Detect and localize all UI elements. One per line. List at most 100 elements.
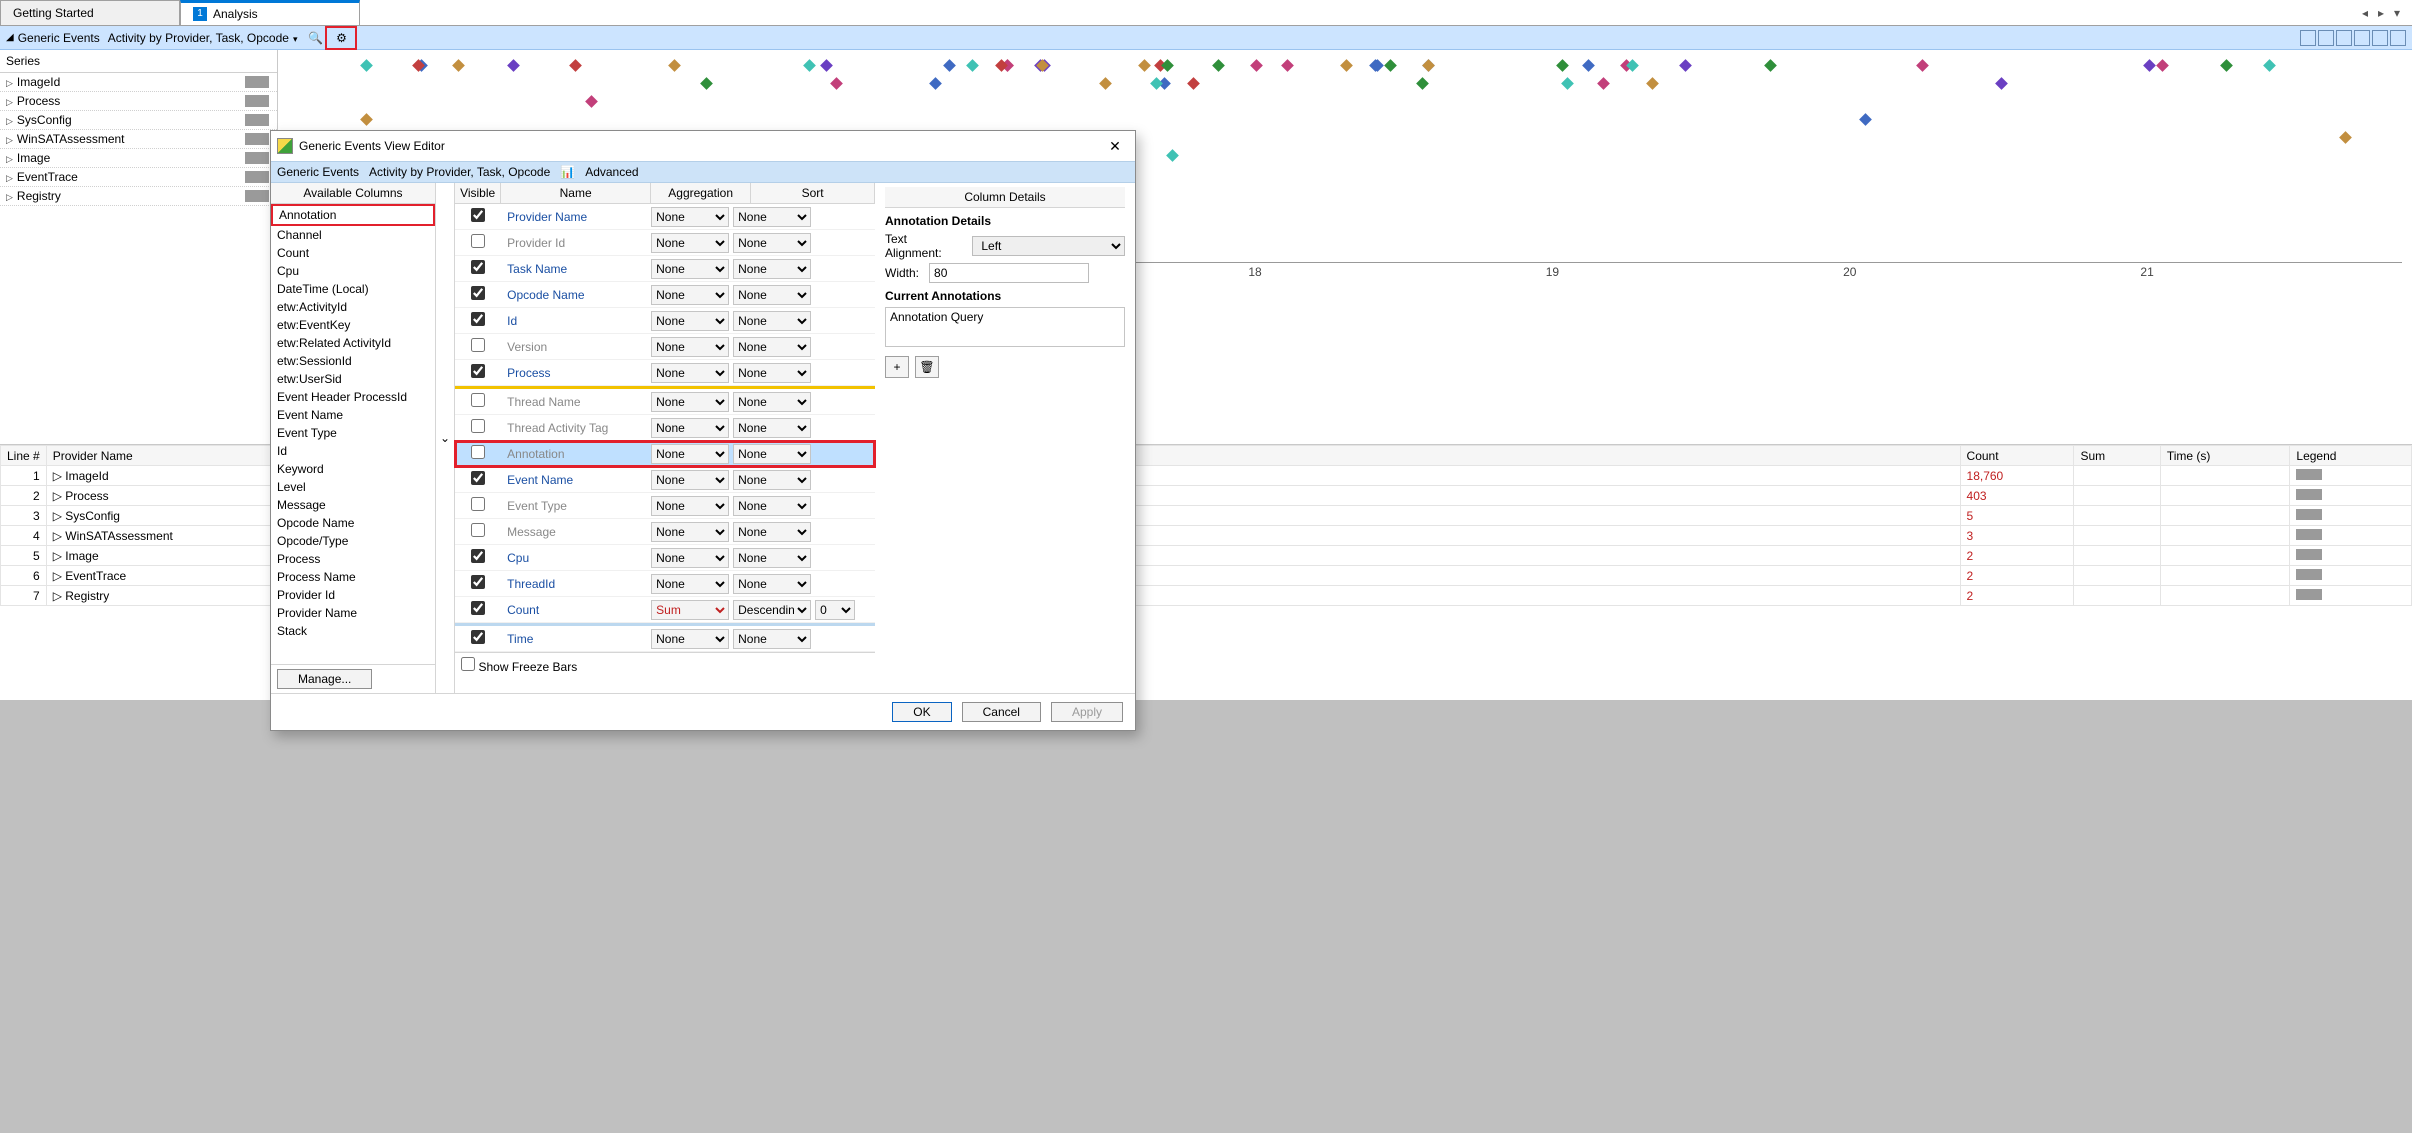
column-row[interactable]: Event TypeNoneNone <box>455 493 875 519</box>
sort-select[interactable]: None <box>733 207 811 227</box>
available-column-item[interactable]: Opcode/Type <box>271 532 435 550</box>
tab-analysis[interactable]: 1 Analysis <box>180 0 360 25</box>
visible-checkbox[interactable] <box>471 393 485 407</box>
available-column-item[interactable]: Event Type <box>271 424 435 442</box>
aggregation-select[interactable]: None <box>651 337 729 357</box>
column-row[interactable]: CpuNoneNone <box>455 545 875 571</box>
column-row[interactable]: ThreadIdNoneNone <box>455 571 875 597</box>
column-row[interactable]: Thread NameNoneNone <box>455 389 875 415</box>
sort-select[interactable]: None <box>733 548 811 568</box>
layout-chart-table-icon[interactable] <box>2300 30 2316 46</box>
aggregation-select[interactable]: None <box>651 233 729 253</box>
sort-extra-select[interactable]: 0 <box>815 600 855 620</box>
visible-checkbox[interactable] <box>471 234 485 248</box>
tab-getting-started[interactable]: Getting Started <box>0 0 180 25</box>
sort-select[interactable]: None <box>733 392 811 412</box>
delete-annotation-button[interactable]: 🗑 <box>915 356 939 378</box>
add-annotation-button[interactable]: + <box>885 356 909 378</box>
available-column-item[interactable]: Event Header ProcessId <box>271 388 435 406</box>
sort-select[interactable]: None <box>733 496 811 516</box>
grid-header[interactable]: Count <box>1960 446 2074 466</box>
available-column-item[interactable]: etw:UserSid <box>271 370 435 388</box>
sort-select[interactable]: None <box>733 259 811 279</box>
column-row[interactable]: Task NameNoneNone <box>455 256 875 282</box>
visible-checkbox[interactable] <box>471 630 485 644</box>
dialog-preset-dropdown[interactable]: Activity by Provider, Task, Opcode <box>369 165 550 179</box>
available-column-item[interactable]: Channel <box>271 226 435 244</box>
aggregation-select[interactable]: None <box>651 522 729 542</box>
layout-chart-icon[interactable] <box>2318 30 2334 46</box>
column-row[interactable]: Thread Activity TagNoneNone <box>455 415 875 441</box>
aggregation-select[interactable]: None <box>651 496 729 516</box>
available-column-item[interactable]: Stack <box>271 622 435 640</box>
visible-checkbox[interactable] <box>471 286 485 300</box>
available-column-item[interactable]: Message <box>271 496 435 514</box>
visible-checkbox[interactable] <box>471 471 485 485</box>
visible-checkbox[interactable] <box>471 575 485 589</box>
visible-checkbox[interactable] <box>471 601 485 615</box>
available-column-item[interactable]: Count <box>271 244 435 262</box>
available-column-item[interactable]: Process Name <box>271 568 435 586</box>
gear-icon[interactable]: ⚙ <box>331 28 351 48</box>
view-preset-dropdown[interactable]: Activity by Provider, Task, Opcode <box>108 31 298 45</box>
close-panel-icon[interactable] <box>2390 30 2406 46</box>
sort-select[interactable]: None <box>733 629 811 649</box>
aggregation-select[interactable]: None <box>651 392 729 412</box>
layout-table-icon[interactable] <box>2336 30 2352 46</box>
available-column-item[interactable]: Process <box>271 550 435 568</box>
sort-select[interactable]: None <box>733 444 811 464</box>
available-column-item[interactable]: Provider Name <box>271 604 435 622</box>
series-row[interactable]: ▷WinSATAssessment <box>0 130 277 149</box>
sort-select[interactable]: None <box>733 418 811 438</box>
column-row[interactable]: MessageNoneNone <box>455 519 875 545</box>
annotation-query-input[interactable]: Annotation Query <box>885 307 1125 347</box>
column-row[interactable]: IdNoneNone <box>455 308 875 334</box>
grid-header[interactable]: Sum <box>2074 446 2160 466</box>
sort-select[interactable]: None <box>733 574 811 594</box>
column-row[interactable]: CountSumDescending0 <box>455 597 875 623</box>
available-column-item[interactable]: etw:Related ActivityId <box>271 334 435 352</box>
aggregation-select[interactable]: None <box>651 418 729 438</box>
series-row[interactable]: ▷Process <box>0 92 277 111</box>
visible-checkbox[interactable] <box>471 260 485 274</box>
visible-checkbox[interactable] <box>471 208 485 222</box>
sort-select[interactable]: None <box>733 470 811 490</box>
apply-button[interactable]: Apply <box>1051 702 1123 722</box>
grid-header[interactable]: Legend <box>2290 446 2412 466</box>
visible-checkbox[interactable] <box>471 445 485 459</box>
visible-checkbox[interactable] <box>471 312 485 326</box>
chevron-left-icon[interactable]: ◂ <box>2358 6 2372 20</box>
visible-checkbox[interactable] <box>471 523 485 537</box>
available-column-item[interactable]: etw:ActivityId <box>271 298 435 316</box>
aggregation-select[interactable]: Sum <box>651 600 729 620</box>
column-row[interactable]: Provider NameNoneNone <box>455 204 875 230</box>
aggregation-select[interactable]: None <box>651 285 729 305</box>
close-icon[interactable]: ✕ <box>1101 138 1129 155</box>
minimize-icon[interactable] <box>2354 30 2370 46</box>
grid-header[interactable]: Time (s) <box>2160 446 2290 466</box>
visible-checkbox[interactable] <box>471 497 485 511</box>
advanced-link[interactable]: Advanced <box>585 165 638 179</box>
aggregation-select[interactable]: None <box>651 259 729 279</box>
aggregation-select[interactable]: None <box>651 574 729 594</box>
column-row[interactable]: TimeNoneNone <box>455 626 875 652</box>
series-row[interactable]: ▷Image <box>0 149 277 168</box>
available-column-item[interactable]: Id <box>271 442 435 460</box>
available-column-item[interactable]: Level <box>271 478 435 496</box>
series-row[interactable]: ▷ImageId <box>0 73 277 92</box>
overflow-icon[interactable]: ▾ <box>2390 6 2404 20</box>
column-row[interactable]: ProcessNoneNone <box>455 360 875 386</box>
grid-header[interactable]: Line # <box>1 446 47 466</box>
visible-checkbox[interactable] <box>471 549 485 563</box>
aggregation-select[interactable]: None <box>651 629 729 649</box>
sort-select[interactable]: None <box>733 522 811 542</box>
series-row[interactable]: ▷Registry <box>0 187 277 206</box>
ok-button[interactable]: OK <box>892 702 951 722</box>
text-alignment-select[interactable]: Left <box>972 236 1125 256</box>
series-row[interactable]: ▷EventTrace <box>0 168 277 187</box>
sort-select[interactable]: None <box>733 337 811 357</box>
show-freeze-bars-checkbox[interactable]: Show Freeze Bars <box>461 660 577 674</box>
width-input[interactable] <box>929 263 1089 283</box>
aggregation-select[interactable]: None <box>651 363 729 383</box>
column-row[interactable]: Opcode NameNoneNone <box>455 282 875 308</box>
